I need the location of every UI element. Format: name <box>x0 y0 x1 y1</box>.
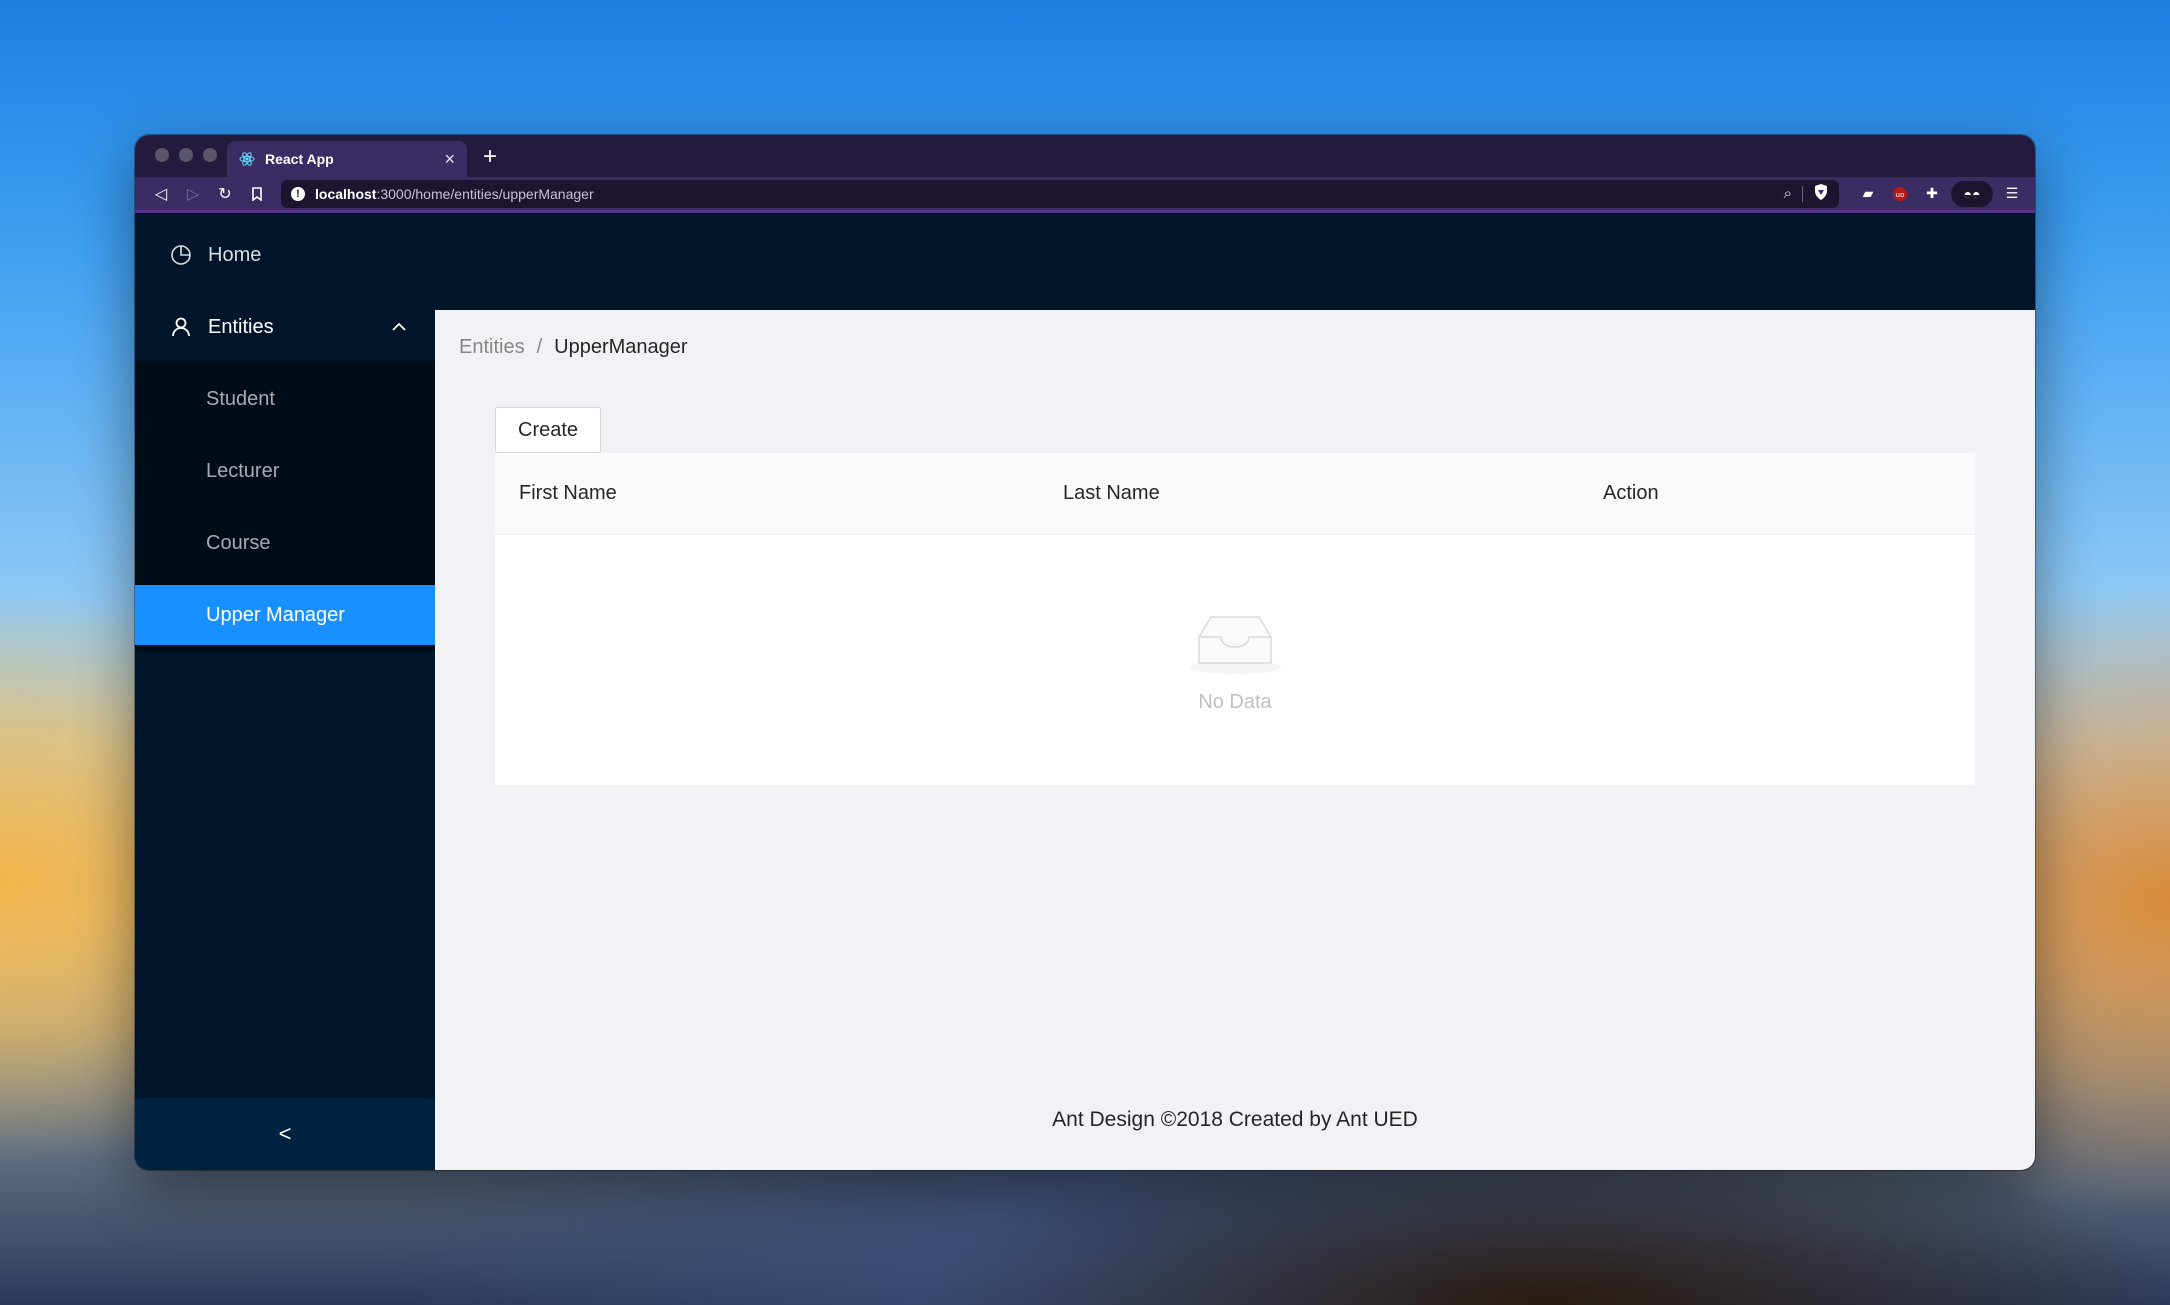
entities-submenu: Student Lecturer Course Upper Manager <box>135 361 435 651</box>
svg-text:uo: uo <box>1896 191 1905 199</box>
react-icon <box>239 152 255 166</box>
zoom-icon[interactable]: ⌕ <box>1784 185 1792 202</box>
sidebar-item-course[interactable]: Course <box>135 513 435 573</box>
entity-panel: Create First Name Last Name Action No Da… <box>495 407 1975 785</box>
breadcrumb-entities[interactable]: Entities <box>459 336 525 359</box>
breadcrumb: Entities / UpperManager <box>459 336 1975 359</box>
sidebar-item-label: Course <box>206 531 271 554</box>
app-layout: Home Entities Student Lecturer Course Up… <box>135 213 2035 1170</box>
site-info-icon[interactable]: ! <box>291 186 305 201</box>
create-button[interactable]: Create <box>495 407 602 453</box>
close-tab-icon[interactable]: × <box>444 150 455 168</box>
ublock-icon[interactable]: uo <box>1887 181 1913 207</box>
sidebar-item-label: Student <box>206 387 275 410</box>
forward-button[interactable]: ▷ <box>177 180 209 208</box>
pie-chart-icon <box>171 245 191 265</box>
chevron-up-icon <box>392 322 406 331</box>
sidebar: Home Entities Student Lecturer Course Up… <box>135 213 435 1170</box>
sidebar-item-entities[interactable]: Entities <box>135 297 435 357</box>
browser-window: React App × + ◁ ▷ ↻ ! localhost:3000/hom… <box>135 135 2035 1170</box>
menu-icon[interactable]: ☰ <box>1999 181 2025 207</box>
back-button[interactable]: ◁ <box>145 180 177 208</box>
extension-icon-1[interactable]: ▰ <box>1855 181 1881 207</box>
address-bar[interactable]: ! localhost:3000/home/entities/upperMana… <box>281 179 1839 208</box>
main-layout: Entities / UpperManager Create First Nam… <box>435 213 2035 1170</box>
url-host: localhost <box>315 185 377 202</box>
table-header: First Name Last Name Action <box>495 453 1975 535</box>
empty-inbox-icon <box>1189 615 1281 674</box>
minimize-window-button[interactable] <box>179 148 193 162</box>
sidebar-item-label: Home <box>208 243 262 266</box>
browser-tab[interactable]: React App × <box>227 141 467 177</box>
sidebar-item-student[interactable]: Student <box>135 369 435 429</box>
empty-state: No Data <box>495 535 1975 785</box>
column-header-last-name: Last Name <box>1063 482 1160 504</box>
shield-icon[interactable] <box>1813 183 1829 204</box>
footer: Ant Design ©2018 Created by Ant UED <box>1052 1108 1418 1131</box>
breadcrumb-separator: / <box>536 336 543 358</box>
window-controls <box>155 148 217 162</box>
data-table: First Name Last Name Action No Data <box>495 453 1975 785</box>
private-glasses-icon[interactable]: ◓◓ <box>1951 180 1993 207</box>
new-tab-button[interactable]: + <box>475 141 505 173</box>
sidebar-item-label: Entities <box>208 315 274 338</box>
url-path: :3000/home/entities/upperManager <box>376 185 594 202</box>
extensions-puzzle-icon[interactable]: ✚ <box>1919 181 1945 207</box>
tab-strip: React App × + <box>135 135 2035 177</box>
sidebar-collapse-trigger[interactable]: < <box>135 1098 435 1170</box>
sidebar-item-home[interactable]: Home <box>135 225 435 285</box>
close-window-button[interactable] <box>155 148 169 162</box>
user-icon <box>172 317 190 337</box>
column-header-first-name: First Name <box>519 482 617 504</box>
sidebar-item-lecturer[interactable]: Lecturer <box>135 441 435 501</box>
empty-text: No Data <box>1198 690 1272 713</box>
breadcrumb-current: UpperManager <box>554 336 688 358</box>
column-header-action: Action <box>1603 482 1659 504</box>
bookmark-icon[interactable] <box>241 180 273 208</box>
maximize-window-button[interactable] <box>203 148 217 162</box>
sidebar-item-label: Lecturer <box>206 459 280 482</box>
content: Entities / UpperManager Create First Nam… <box>435 310 2035 1170</box>
reload-button[interactable]: ↻ <box>209 180 241 208</box>
sidebar-item-upper-manager[interactable]: Upper Manager <box>135 585 435 645</box>
chevron-left-icon: < <box>278 1121 292 1146</box>
browser-toolbar: ◁ ▷ ↻ ! localhost:3000/home/entities/upp… <box>135 177 2035 213</box>
sidebar-item-label: Upper Manager <box>206 603 345 626</box>
header <box>435 213 2035 310</box>
tab-title: React App <box>265 151 334 167</box>
